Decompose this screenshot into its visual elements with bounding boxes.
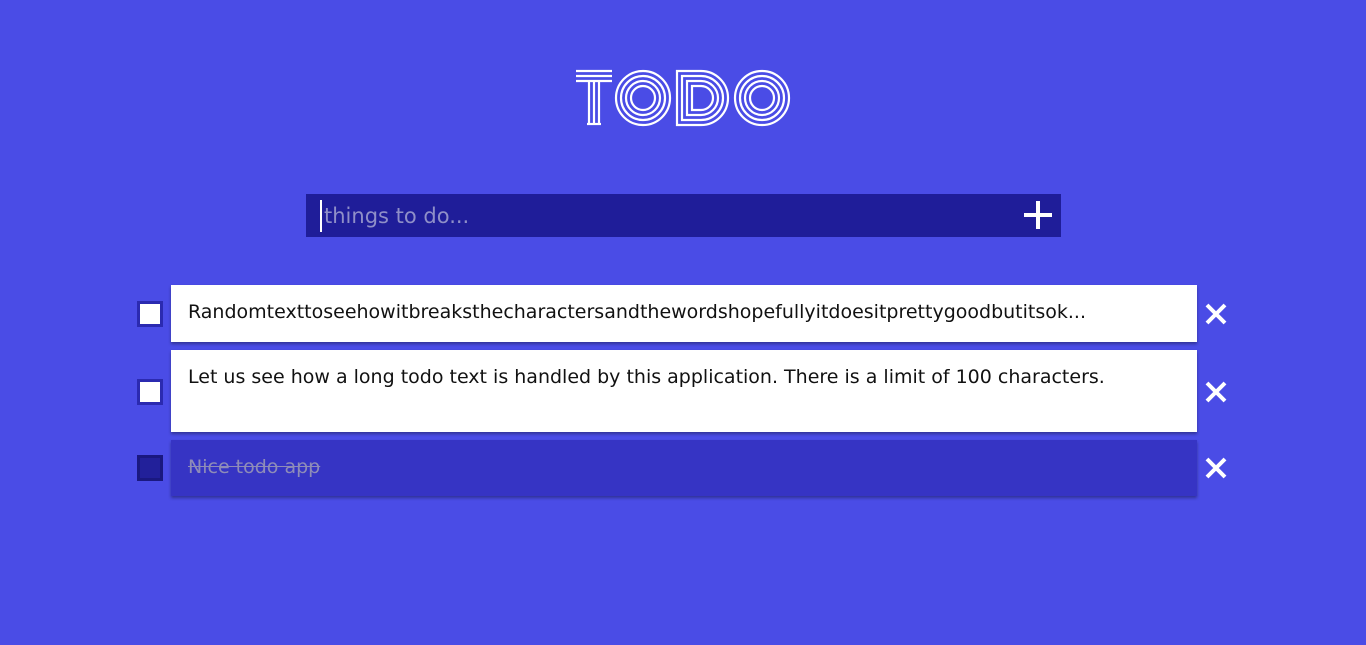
todo-card: Randomtexttoseehowitbreaksthecharactersa… bbox=[171, 285, 1197, 342]
todo-card: Let us see how a long todo text is handl… bbox=[171, 350, 1197, 432]
todo-checkbox[interactable] bbox=[137, 379, 163, 405]
todo-list: Randomtexttoseehowitbreaksthecharactersa… bbox=[137, 285, 1237, 504]
close-icon bbox=[1205, 303, 1227, 325]
todo-app: Randomtexttoseehowitbreaksthecharactersa… bbox=[0, 0, 1366, 645]
todo-text: Nice todo app bbox=[188, 456, 321, 478]
delete-todo-button[interactable] bbox=[1203, 301, 1229, 327]
todo-checkbox[interactable] bbox=[137, 455, 163, 481]
plus-icon bbox=[1024, 201, 1052, 229]
todo-logo-icon bbox=[576, 69, 791, 127]
delete-todo-button[interactable] bbox=[1203, 455, 1229, 481]
close-icon bbox=[1205, 381, 1227, 403]
app-logo bbox=[573, 68, 793, 130]
add-todo-form bbox=[306, 194, 1061, 237]
todo-card: Nice todo app bbox=[171, 440, 1197, 496]
todo-text: Let us see how a long todo text is handl… bbox=[188, 366, 1105, 388]
close-icon bbox=[1205, 457, 1227, 479]
todo-item: Randomtexttoseehowitbreaksthecharactersa… bbox=[137, 285, 1237, 342]
todo-item: Nice todo app bbox=[137, 440, 1237, 496]
todo-checkbox[interactable] bbox=[137, 301, 163, 327]
todo-text: Randomtexttoseehowitbreaksthecharactersa… bbox=[188, 301, 1086, 323]
delete-todo-button[interactable] bbox=[1203, 379, 1229, 405]
add-todo-button[interactable] bbox=[1021, 198, 1055, 232]
todo-input[interactable] bbox=[320, 200, 1010, 232]
todo-item: Let us see how a long todo text is handl… bbox=[137, 350, 1237, 432]
